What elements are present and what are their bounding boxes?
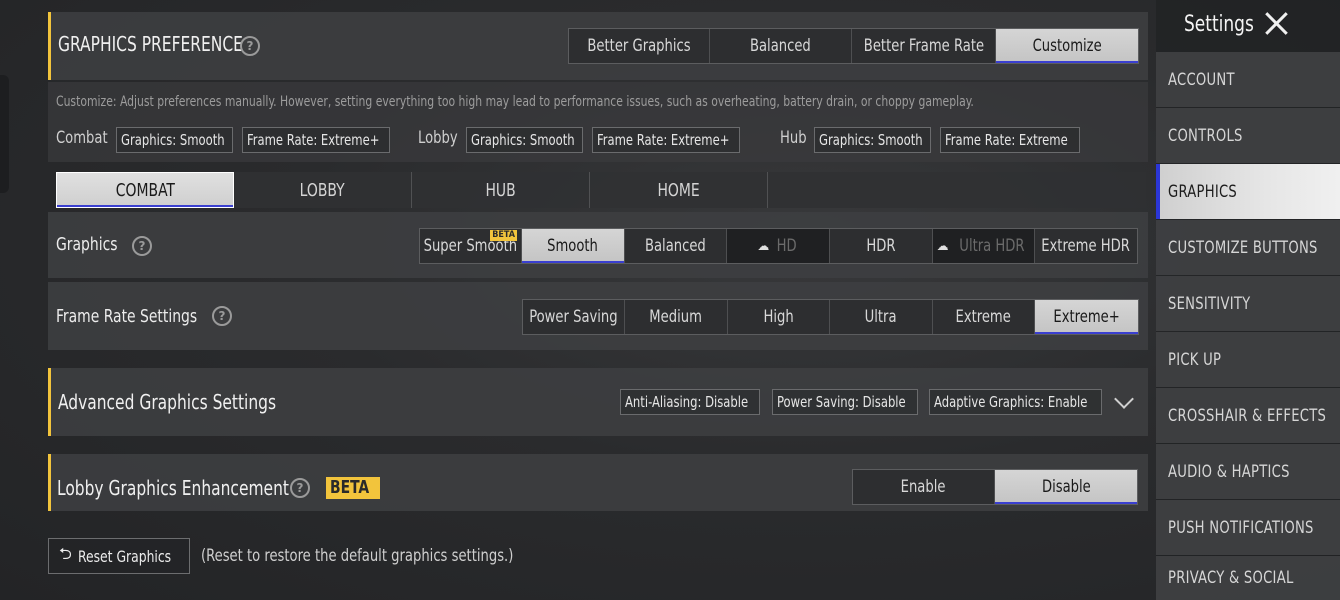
lobby-enhancement-enable[interactable]: Enable xyxy=(853,470,995,504)
summary-combat-graphics: Graphics: Smooth xyxy=(116,127,233,153)
sidebar-item-push-notifications[interactable]: PUSH NOTIFICATIONS xyxy=(1156,500,1340,555)
sidebar-item-sensitivity[interactable]: SENSITIVITY xyxy=(1156,276,1340,331)
settings-title: Settings xyxy=(1184,12,1254,37)
summary-lobby-frame-rate: Frame Rate: Extreme+ xyxy=(592,127,740,153)
graphics-settings-main: GRAPHICS PREFERENCE ? Better Graphics Ba… xyxy=(48,0,1148,600)
beta-tag: BETA xyxy=(490,230,517,241)
help-icon[interactable]: ? xyxy=(240,36,260,56)
lobby-enhancement-title: Lobby Graphics Enhancement xyxy=(57,476,289,500)
summary-lobby-graphics: Graphics: Smooth xyxy=(466,127,583,153)
lobby-enhancement-disable[interactable]: Disable xyxy=(995,470,1137,504)
sidebar-item-graphics[interactable]: GRAPHICS xyxy=(1156,164,1340,219)
frame-rate-label: Frame Rate Settings xyxy=(56,306,198,327)
graphics-label: Graphics xyxy=(56,234,118,255)
frame-rate-power-saving[interactable]: Power Saving xyxy=(523,300,625,334)
graphics-ultra-hdr[interactable]: ☁ Ultra HDR xyxy=(933,229,1035,263)
accent-bar xyxy=(48,12,51,80)
sidebar-item-crosshair-effects[interactable]: CROSSHAIR & EFFECTS xyxy=(1156,388,1340,443)
frame-rate-selector: Power Saving Medium High Ultra Extreme E… xyxy=(522,299,1139,335)
beta-badge: BETA xyxy=(326,477,380,499)
help-icon[interactable]: ? xyxy=(290,478,310,498)
graphics-hd[interactable]: ☁ HD xyxy=(727,229,830,263)
summary-combat-label: Combat xyxy=(56,128,108,148)
help-icon[interactable]: ? xyxy=(212,306,232,326)
graphics-quality-selector: Super Smooth BETA Smooth Balanced ☁ HD HDR… xyxy=(419,228,1138,264)
graphics-quality-panel: Graphics ? Super Smooth BETA Smooth Balan… xyxy=(48,212,1148,278)
customize-summary-panel: Customize: Adjust preferences manually. … xyxy=(48,82,1148,162)
chevron-down-icon[interactable] xyxy=(1114,389,1134,409)
summary-lobby-label: Lobby xyxy=(418,128,458,148)
tab-combat[interactable]: COMBAT xyxy=(56,172,234,208)
cloud-download-icon: ☁ xyxy=(936,238,949,254)
frame-rate-high[interactable]: High xyxy=(728,300,830,334)
graphics-preference-selector: Better Graphics Balanced Better Frame Ra… xyxy=(568,28,1139,64)
sidebar-item-account[interactable]: ACCOUNT xyxy=(1156,52,1340,107)
anti-aliasing-chip: Anti-Aliasing: Disable xyxy=(620,389,760,415)
help-icon[interactable]: ? xyxy=(132,236,152,256)
sidebar-item-controls[interactable]: CONTROLS xyxy=(1156,108,1340,163)
tab-lobby[interactable]: LOBBY xyxy=(234,172,412,208)
lobby-enhancement-panel: Lobby Graphics Enhancement ? BETA Enable… xyxy=(48,454,1148,511)
cloud-download-icon: ☁ xyxy=(757,238,770,254)
sidebar-item-privacy-social[interactable]: PRIVACY & SOCIAL xyxy=(1156,556,1340,600)
frame-rate-ultra[interactable]: Ultra xyxy=(830,300,933,334)
summary-hub-graphics: Graphics: Smooth xyxy=(814,127,931,153)
customize-description: Customize: Adjust preferences manually. … xyxy=(56,94,974,110)
graphics-super-smooth[interactable]: Super Smooth BETA xyxy=(420,229,522,263)
frame-rate-extreme[interactable]: Extreme xyxy=(933,300,1035,334)
frame-rate-extreme-plus[interactable]: Extreme+ xyxy=(1035,300,1138,334)
preference-better-graphics[interactable]: Better Graphics xyxy=(569,29,710,63)
advanced-graphics-title: Advanced Graphics Settings xyxy=(58,390,277,414)
sidebar-item-audio-haptics[interactable]: AUDIO & HAPTICS xyxy=(1156,444,1340,499)
tab-hub[interactable]: HUB xyxy=(412,172,590,208)
summary-combat-frame-rate: Frame Rate: Extreme+ xyxy=(242,127,390,153)
accent-bar xyxy=(48,454,51,511)
close-icon[interactable] xyxy=(1262,8,1292,38)
advanced-graphics-panel[interactable]: Advanced Graphics Settings Anti-Aliasing… xyxy=(48,368,1148,436)
accent-bar xyxy=(48,368,51,436)
frame-rate-medium[interactable]: Medium xyxy=(625,300,728,334)
graphics-preference-panel: GRAPHICS PREFERENCE ? Better Graphics Ba… xyxy=(48,12,1148,80)
preference-customize[interactable]: Customize xyxy=(996,29,1138,63)
reset-icon: ⮌ xyxy=(59,543,72,563)
adaptive-graphics-chip: Adaptive Graphics: Enable xyxy=(929,389,1102,415)
summary-hub-frame-rate: Frame Rate: Extreme xyxy=(940,127,1080,153)
tab-home[interactable]: HOME xyxy=(590,172,768,208)
summary-hub-label: Hub xyxy=(780,128,807,148)
power-saving-chip: Power Saving: Disable xyxy=(772,389,918,415)
mode-tabs: COMBAT LOBBY HUB HOME xyxy=(56,172,1146,208)
sidebar-item-customize-buttons[interactable]: CUSTOMIZE BUTTONS xyxy=(1156,220,1340,275)
reset-hint: (Reset to restore the default graphics s… xyxy=(201,546,514,566)
preference-better-frame-rate[interactable]: Better Frame Rate xyxy=(852,29,996,63)
graphics-smooth[interactable]: Smooth xyxy=(522,229,625,263)
lobby-enhancement-toggle: Enable Disable xyxy=(852,469,1138,505)
graphics-balanced[interactable]: Balanced xyxy=(625,229,727,263)
graphics-extreme-hdr[interactable]: Extreme HDR xyxy=(1035,229,1137,263)
sidebar-item-pick-up[interactable]: PICK UP xyxy=(1156,332,1340,387)
reset-graphics-button[interactable]: ⮌ Reset Graphics xyxy=(48,538,190,574)
frame-rate-panel: Frame Rate Settings ? Power Saving Mediu… xyxy=(48,282,1148,350)
graphics-hdr[interactable]: HDR xyxy=(830,229,933,263)
preference-balanced[interactable]: Balanced xyxy=(710,29,852,63)
left-edge-tab[interactable] xyxy=(0,75,9,193)
